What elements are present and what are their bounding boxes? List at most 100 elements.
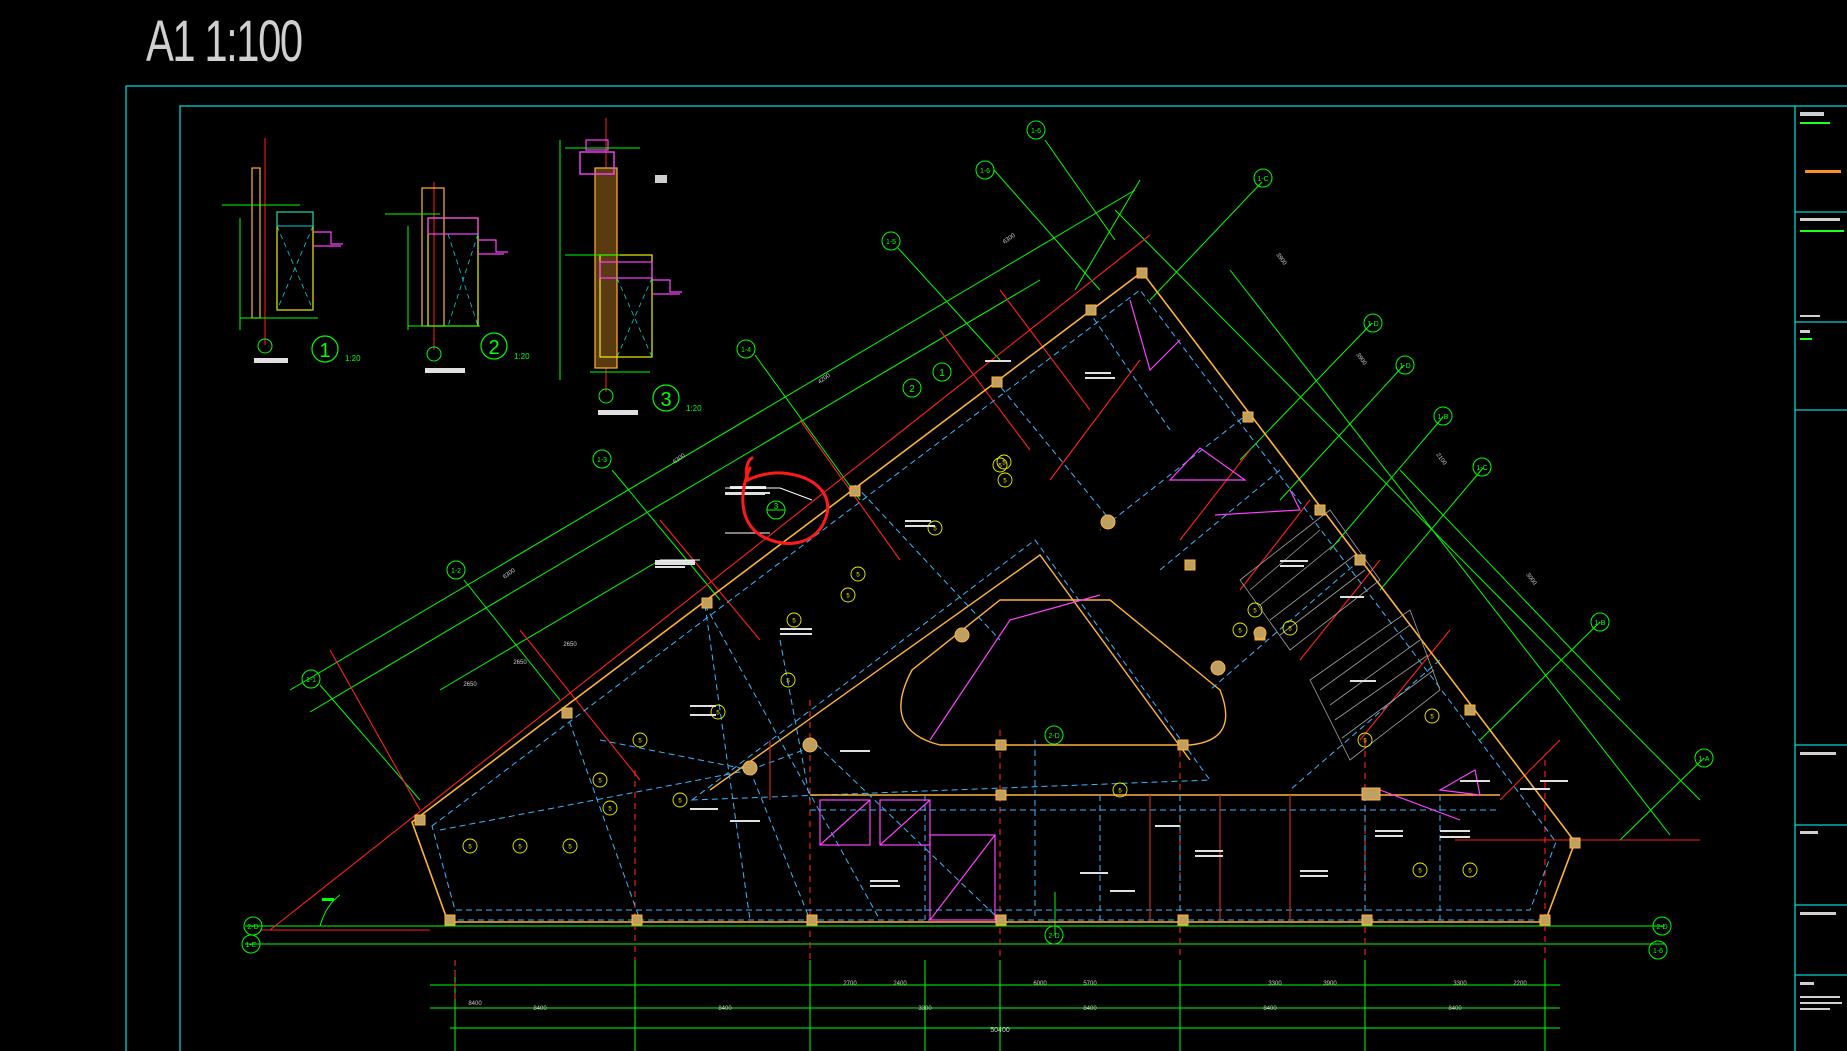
svg-text:1-C: 1-C <box>1257 176 1268 183</box>
svg-text:5: 5 <box>1253 609 1257 615</box>
svg-text:8400: 8400 <box>533 1006 547 1012</box>
room-tag: 5 <box>1412 862 1428 878</box>
room-tag: 5 <box>1282 620 1298 636</box>
svg-text:5: 5 <box>518 845 522 851</box>
svg-text:2400: 2400 <box>893 981 907 987</box>
svg-text:5: 5 <box>1468 869 1472 875</box>
room-tag: 5 <box>710 704 726 720</box>
svg-text:6300: 6300 <box>1002 232 1017 245</box>
markup-circle[interactable]: 3 <box>741 456 829 545</box>
axis-bubble-1-d[interactable]: 1-D <box>1363 313 1383 333</box>
svg-text:2100: 2100 <box>1434 452 1447 467</box>
svg-text:3900: 3900 <box>1323 981 1337 987</box>
axis-bubble-2-d-mid2[interactable]: 2-D <box>1044 725 1064 745</box>
detail-3-number: 3 <box>660 389 671 411</box>
partition-lines <box>769 740 1291 920</box>
svg-text:1-1: 1-1 <box>306 677 316 684</box>
svg-text:6000: 6000 <box>1033 981 1047 987</box>
room-tag: 5 <box>562 838 578 854</box>
axis-bubble-1-b2[interactable]: 1-B <box>1433 406 1453 426</box>
sheet-frame <box>125 85 1847 1051</box>
room-tag: 5 <box>632 732 648 748</box>
detail-1-scale: 1:20 <box>345 354 361 363</box>
svg-text:3900: 3900 <box>1354 352 1367 367</box>
svg-text:5700: 5700 <box>1083 981 1097 987</box>
axis-bubble-1-b[interactable]: 1-B <box>1590 612 1610 632</box>
svg-text:1-C: 1-C <box>1476 465 1487 472</box>
svg-text:1-6: 1-6 <box>1653 948 1663 955</box>
svg-text:5: 5 <box>468 845 472 851</box>
section-pointer-sub: 1 <box>939 368 945 379</box>
svg-text:2650: 2650 <box>513 660 527 666</box>
axis-bubble-1-c2[interactable]: 1-C <box>1472 457 1492 477</box>
svg-text:3300: 3300 <box>1268 981 1282 987</box>
svg-text:1-D: 1-D <box>1399 363 1410 370</box>
section-pointer[interactable]: 2 1 <box>902 362 952 398</box>
axis-bubble-1-6[interactable]: 1-6 <box>975 160 995 180</box>
total-dimension: 50400 <box>990 1027 1010 1034</box>
svg-text:3900: 3900 <box>1274 252 1287 267</box>
detail-2-scale: 1:20 <box>514 352 530 361</box>
svg-text:5: 5 <box>1363 739 1367 745</box>
svg-text:4200: 4200 <box>817 372 832 385</box>
hatched-areas <box>1239 509 1441 761</box>
axis-bubble-1-4[interactable]: 1-4 <box>736 339 756 359</box>
axis-bubble-1-5[interactable]: 1-5 <box>881 231 901 251</box>
room-tag: 5 <box>1247 602 1263 618</box>
room-tag: 5 <box>997 472 1013 488</box>
axis-bubble-1-6b[interactable]: 1-6 <box>1026 120 1046 140</box>
axis-bubble-1-3[interactable]: 1-3 <box>592 449 612 469</box>
markup-detail-ref: 3 <box>774 502 779 511</box>
svg-text:1-B: 1-B <box>1438 414 1449 421</box>
axis-bubble-1-a[interactable]: 1-A <box>1694 748 1714 768</box>
axis-bubble-1-c[interactable]: 1-C <box>1253 168 1273 188</box>
svg-text:2200: 2200 <box>1513 981 1527 987</box>
svg-text:2-D: 2-D <box>1656 924 1667 931</box>
svg-text:1-5: 1-5 <box>886 239 896 246</box>
detail-section-2[interactable]: 2 1:20 <box>385 182 530 373</box>
svg-text:5: 5 <box>786 679 790 685</box>
svg-text:8400: 8400 <box>468 1001 482 1007</box>
drawing-canvas[interactable]: 1 1:20 2 1:20 3 1:20 1-1 1-2 1-3 1-4 1-5… <box>0 0 1847 1051</box>
svg-text:3300: 3300 <box>1453 981 1467 987</box>
detail-1-number: 1 <box>319 340 330 362</box>
axis-bubble-1-2[interactable]: 1-2 <box>446 560 466 580</box>
svg-text:2700: 2700 <box>843 981 857 987</box>
svg-text:3000: 3000 <box>1524 572 1537 587</box>
svg-text:5: 5 <box>1118 789 1122 795</box>
svg-text:5: 5 <box>1238 629 1242 635</box>
room-tag: 5 <box>927 520 943 536</box>
svg-text:8400: 8400 <box>1263 1006 1277 1012</box>
svg-text:5: 5 <box>568 845 572 851</box>
svg-text:5: 5 <box>716 711 720 717</box>
svg-text:1-3: 1-3 <box>597 457 607 464</box>
axis-bubbles[interactable]: 1-1 1-2 1-3 1-4 1-5 1-6 1-6 1-C 1-D 1-D … <box>241 120 1714 960</box>
svg-text:1-E: 1-E <box>246 942 257 949</box>
axis-bubble-2-d-mid[interactable]: 2-D <box>1044 925 1064 945</box>
svg-text:5: 5 <box>1418 869 1422 875</box>
svg-text:2650: 2650 <box>563 642 577 648</box>
room-tag: 5 <box>786 612 802 628</box>
svg-text:2650: 2650 <box>463 682 477 688</box>
svg-text:1-2: 1-2 <box>451 568 461 575</box>
detail-2-number: 2 <box>488 337 499 359</box>
svg-text:1-6: 1-6 <box>980 168 990 175</box>
svg-text:2-D: 2-D <box>1048 733 1059 740</box>
svg-text:3300: 3300 <box>918 1006 932 1012</box>
svg-text:5: 5 <box>856 573 860 579</box>
svg-text:1-4: 1-4 <box>741 347 751 354</box>
room-tag: 5 <box>462 838 478 854</box>
svg-text:2-D: 2-D <box>247 924 258 931</box>
axis-bubble-1-1[interactable]: 1-1 <box>301 669 321 689</box>
svg-text:1-D: 1-D <box>1367 321 1378 328</box>
svg-text:5: 5 <box>598 779 602 785</box>
annotation-notes <box>655 360 1568 892</box>
axis-centerlines <box>260 234 1700 1000</box>
svg-text:5: 5 <box>638 739 642 745</box>
detail-section-3[interactable]: 3 1:20 <box>559 118 702 415</box>
svg-text:5: 5 <box>933 527 937 533</box>
svg-text:5: 5 <box>1430 715 1434 721</box>
axis-bubble-2-d-right[interactable]: 2-D <box>1652 916 1672 936</box>
axis-bubble-1-d2[interactable]: 1-D <box>1395 355 1415 375</box>
detail-section-1[interactable]: 1 1:20 <box>222 138 361 363</box>
